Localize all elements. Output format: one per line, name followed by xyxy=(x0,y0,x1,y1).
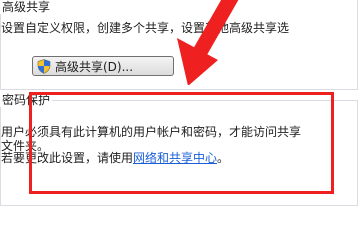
advanced-sharing-description: 设置自定义权限，创建多个共享，设置其他高级共享选 xyxy=(1,21,290,35)
advanced-sharing-button[interactable]: 高级共享(D)... xyxy=(32,56,174,76)
uac-shield-icon xyxy=(37,58,51,74)
change-setting-suffix: 。 xyxy=(217,151,230,165)
network-sharing-center-link[interactable]: 网络和共享中心 xyxy=(133,151,217,165)
password-protection-title: 密码保护 xyxy=(0,93,53,107)
advanced-sharing-button-label: 高级共享(D)... xyxy=(55,59,134,74)
advanced-sharing-group: 高级共享 设置自定义权限，创建多个共享，设置其他高级共享选 高级共享(D)... xyxy=(0,0,358,90)
change-setting-prefix: 若要更改此设置，请使用 xyxy=(1,151,134,165)
advanced-sharing-title: 高级共享 xyxy=(0,0,53,14)
change-setting-text: 若要更改此设置，请使用网络和共享中心。 xyxy=(1,151,229,165)
password-protection-description: 用户必须具有此计算机的用户帐户和密码，才能访问共享文件夹。 xyxy=(1,125,302,153)
password-protection-group: 密码保护 用户必须具有此计算机的用户帐户和密码，才能访问共享文件夹。 若要更改此… xyxy=(0,93,358,206)
